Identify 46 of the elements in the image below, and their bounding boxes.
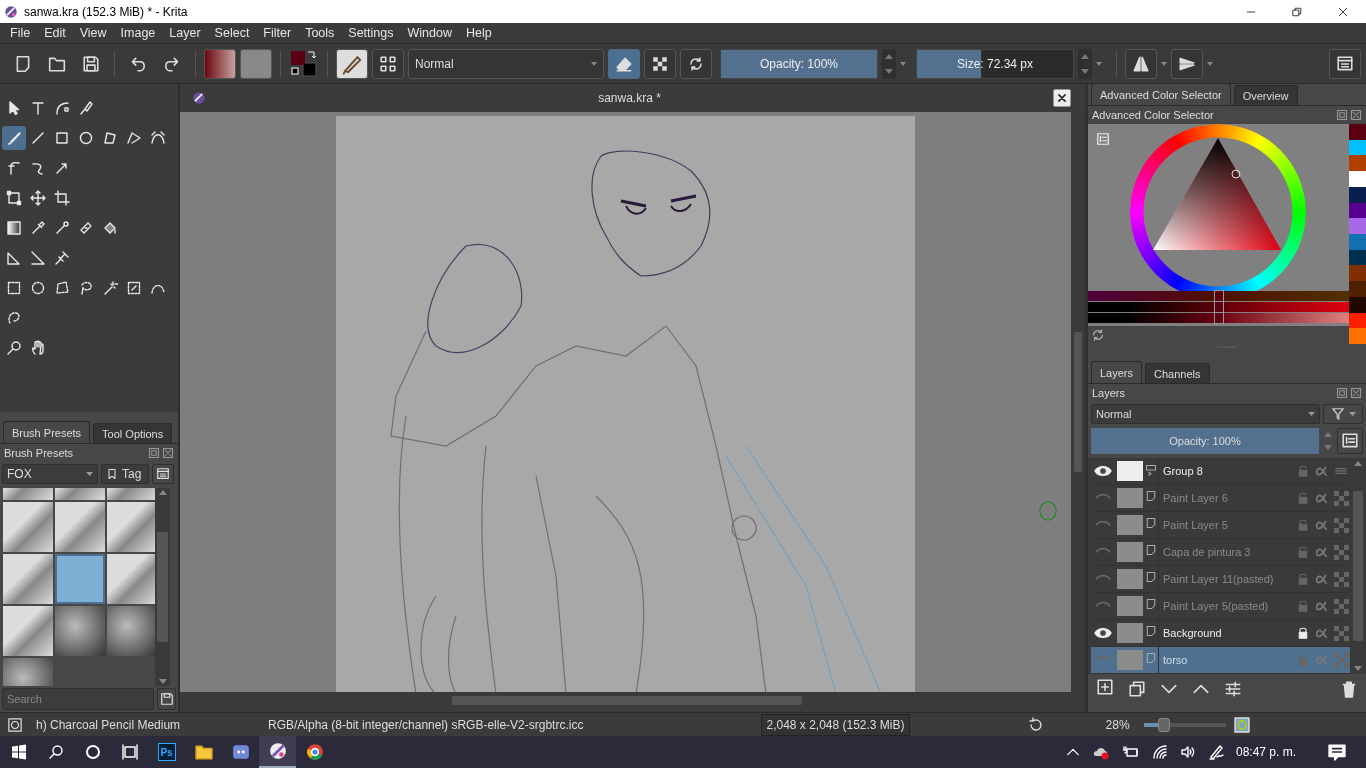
panel-tab[interactable]: Channels (1145, 363, 1210, 383)
layer-name: Paint Layer 11(pasted) (1162, 573, 1275, 585)
search-field[interactable]: Search (2, 688, 154, 710)
opacity-slider[interactable]: Opacity: 100% (720, 48, 878, 79)
layer-name: Group 8 (1162, 465, 1204, 477)
blend-mode-dropdown[interactable]: Normal (1091, 404, 1320, 424)
layer-name: Paint Layer 5(pasted) (1162, 600, 1270, 612)
menu-item[interactable]: Tools (298, 26, 342, 40)
menu-item[interactable]: Filter (256, 26, 299, 40)
zoom-label: 28% (1105, 717, 1130, 732)
tag-dropdown[interactable]: FOX (2, 464, 98, 484)
panel-title: Advanced Color Selector (1092, 109, 1214, 121)
menu-item[interactable]: View (72, 26, 114, 40)
menu-item[interactable]: File (3, 26, 38, 40)
panel-title: Layers (1092, 387, 1126, 399)
menu-item[interactable]: Settings (341, 26, 401, 40)
layer-row[interactable]: torso (1091, 647, 1350, 674)
panel-title: Brush Presets (4, 447, 74, 459)
opacity-slider[interactable]: Opacity: 100% (1091, 428, 1319, 454)
panel-tab[interactable]: Brush Presets (3, 421, 91, 443)
current-brush-label: h) Charcoal Pencil Medium (36, 717, 182, 732)
window-title: sanwa.kra (152.3 MiB) * - Krita (24, 4, 188, 19)
menu-item[interactable]: Layer (162, 26, 208, 40)
panel-tab[interactable]: Overview (1233, 85, 1298, 105)
color-space-label: RGB/Alpha (8-bit integer/channel) sRGB-elle-V2-srgbtrc.icc (268, 717, 584, 732)
app-tile-icon: Ps (157, 743, 176, 761)
clock[interactable]: 08:47 p. m. (1235, 745, 1296, 759)
layer-name: Capa de pintura 3 (1162, 546, 1252, 558)
menu-item[interactable]: Image (113, 26, 163, 40)
layer-row[interactable]: Group 8 (1091, 458, 1350, 485)
image-size-label: 2,048 x 2,048 (152.3 MiB) (761, 713, 910, 736)
panel-tab[interactable]: Tool Options (93, 423, 173, 443)
panel-tab[interactable]: Advanced Color Selector (1091, 83, 1231, 105)
menu-item[interactable]: Help (458, 26, 499, 40)
menu-item[interactable]: Window (400, 26, 459, 40)
menu-item[interactable]: Edit (37, 26, 73, 40)
layer-name: torso (1162, 654, 1189, 666)
blend-mode-dropdown[interactable]: Normal (408, 48, 604, 79)
layer-name: Paint Layer 5 (1162, 519, 1229, 531)
document-tab[interactable]: sanwa.kra * (206, 91, 1053, 105)
layer-name: Paint Layer 6 (1162, 492, 1229, 504)
taskbar-app[interactable]: Ps (148, 736, 185, 768)
menu-item[interactable]: Select (207, 26, 257, 40)
panel-tab[interactable]: Layers (1091, 361, 1143, 383)
layer-name: Background (1162, 627, 1223, 639)
tag-button[interactable]: Tag (101, 464, 149, 484)
